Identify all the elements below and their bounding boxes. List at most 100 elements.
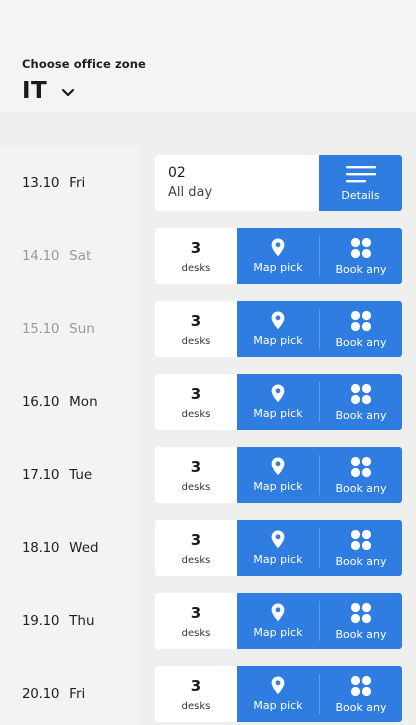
desk-count-number: 3 — [190, 676, 202, 695]
action-buttons: Map pick Book any — [237, 374, 402, 430]
booking-time: All day — [168, 185, 213, 200]
day-date: 18.10 Wed — [22, 520, 99, 576]
zone-value: IT — [22, 78, 48, 104]
map-pick-label: Map pick — [253, 480, 303, 493]
map-pick-label: Map pick — [253, 553, 303, 566]
day-date: 17.10 Tue — [22, 447, 92, 503]
four-dots-icon — [350, 310, 372, 331]
availability-card: 3 desks Map pick Book any — [155, 301, 402, 357]
date-weekday: Thu — [69, 613, 95, 629]
desk-count: 3 desks — [155, 374, 237, 430]
four-dots-icon — [350, 237, 372, 258]
date-weekday: Fri — [69, 686, 86, 702]
menu-lines-icon — [345, 165, 376, 182]
desk-count-label: desks — [181, 700, 211, 712]
day-date: 15.10 Sun — [22, 301, 95, 357]
date-weekday: Tue — [69, 467, 93, 483]
map-pin-icon — [271, 530, 285, 549]
desk-count: 3 desks — [155, 593, 237, 649]
desk-count: 3 desks — [155, 228, 237, 284]
availability-card: 3 desks Map pick Book any — [155, 228, 402, 284]
date-weekday: Sun — [69, 321, 95, 337]
availability-card: 3 desks Map pick Book any — [155, 374, 402, 430]
action-buttons: Map pick Book any — [237, 228, 402, 284]
desk-count-label: desks — [181, 408, 211, 420]
availability-card: 3 desks Map pick Book any — [155, 447, 402, 503]
desk-count-number: 3 — [190, 530, 202, 549]
day-date: 16.10 Mon — [22, 374, 98, 430]
action-buttons: Map pick Book any — [237, 666, 402, 722]
desk-count-label: desks — [181, 335, 211, 347]
map-pin-icon — [271, 457, 285, 476]
map-pin-icon — [271, 676, 285, 695]
date-number: 15.10 — [22, 321, 60, 337]
desk-count-number: 3 — [190, 238, 202, 257]
map-pick-button[interactable]: Map pick — [237, 666, 319, 722]
map-pick-button[interactable]: Map pick — [237, 593, 319, 649]
four-dots-icon — [350, 529, 372, 550]
desk-count-number: 3 — [190, 311, 202, 330]
map-pick-label: Map pick — [253, 407, 303, 420]
day-date: 14.10 Sat — [22, 228, 91, 284]
desk-count: 3 desks — [155, 666, 237, 722]
map-pick-button[interactable]: Map pick — [237, 374, 319, 430]
header: Choose office zone IT — [0, 0, 416, 112]
date-number: 17.10 — [22, 467, 60, 483]
map-pin-icon — [271, 238, 285, 257]
map-pick-label: Map pick — [253, 699, 303, 712]
map-pin-icon — [271, 603, 285, 622]
desk-count-label: desks — [181, 481, 211, 493]
map-pick-label: Map pick — [253, 334, 303, 347]
action-buttons: Map pick Book any — [237, 447, 402, 503]
four-dots-icon — [350, 456, 372, 477]
date-weekday: Wed — [69, 540, 99, 556]
four-dots-icon — [350, 383, 372, 404]
book-any-button[interactable]: Book any — [320, 593, 402, 649]
desk-count: 3 desks — [155, 447, 237, 503]
date-weekday: Mon — [69, 394, 98, 410]
book-any-button[interactable]: Book any — [320, 666, 402, 722]
day-row-booked: 13.10 Fri 02 All day Details — [0, 155, 416, 211]
map-pick-button[interactable]: Map pick — [237, 520, 319, 576]
book-any-button[interactable]: Book any — [320, 228, 402, 284]
desk-count-label: desks — [181, 627, 211, 639]
map-pick-label: Map pick — [253, 261, 303, 274]
map-pin-icon — [271, 311, 285, 330]
desk-count-number: 3 — [190, 384, 202, 403]
day-row: 17.10 Tue 3 desks Map pick Book any — [0, 447, 416, 503]
four-dots-icon — [350, 602, 372, 623]
book-any-label: Book any — [335, 262, 387, 276]
desk-count-label: desks — [181, 554, 211, 566]
desk-count-label: desks — [181, 262, 211, 274]
zone-selector[interactable]: IT — [22, 78, 75, 104]
action-buttons: Map pick Book any — [237, 593, 402, 649]
date-number: 13.10 — [22, 175, 60, 191]
book-any-button[interactable]: Book any — [320, 520, 402, 576]
day-row: 19.10 Thu 3 desks Map pick Book any — [0, 593, 416, 649]
day-date: 13.10 Fri — [22, 155, 85, 211]
details-button[interactable]: Details — [319, 155, 402, 211]
map-pin-icon — [271, 384, 285, 403]
availability-card: 3 desks Map pick Book any — [155, 666, 402, 722]
map-pick-button[interactable]: Map pick — [237, 228, 319, 284]
date-number: 20.10 — [22, 686, 60, 702]
day-row: 18.10 Wed 3 desks Map pick Book any — [0, 520, 416, 576]
date-number: 19.10 — [22, 613, 60, 629]
book-any-button[interactable]: Book any — [320, 447, 402, 503]
action-buttons: Map pick Book any — [237, 520, 402, 576]
day-row: 15.10 Sun 3 desks Map pick Book any — [0, 301, 416, 357]
book-any-label: Book any — [335, 554, 387, 568]
book-any-button[interactable]: Book any — [320, 301, 402, 357]
availability-card: 3 desks Map pick Book any — [155, 520, 402, 576]
book-any-button[interactable]: Book any — [320, 374, 402, 430]
map-pick-button[interactable]: Map pick — [237, 447, 319, 503]
desk-count-number: 3 — [190, 603, 202, 622]
action-buttons: Map pick Book any — [237, 301, 402, 357]
date-number: 18.10 — [22, 540, 60, 556]
desk-count: 3 desks — [155, 520, 237, 576]
desk-count: 3 desks — [155, 301, 237, 357]
chevron-down-icon — [62, 88, 75, 97]
map-pick-button[interactable]: Map pick — [237, 301, 319, 357]
booking-number: 02 — [168, 165, 186, 181]
book-any-label: Book any — [335, 700, 387, 714]
